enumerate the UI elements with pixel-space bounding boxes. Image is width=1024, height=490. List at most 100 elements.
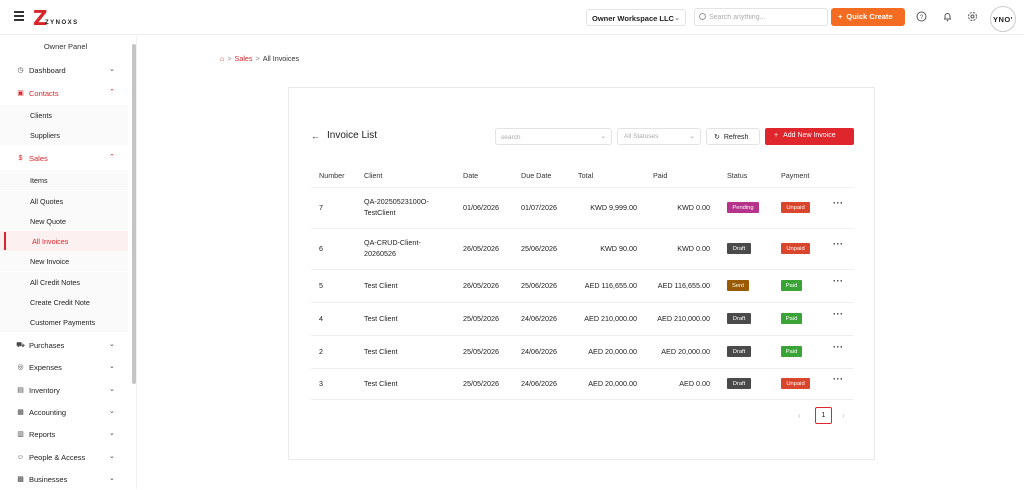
table-row[interactable]: 2 Test Client 25/05/2026 24/06/2026 AED … <box>311 336 854 369</box>
sidebar-subitem-items[interactable]: Items <box>0 170 128 190</box>
column-header-paid[interactable]: Paid <box>653 171 667 180</box>
sidebar-item-dashboard[interactable]: ◷ Dashboard ⌄ <box>0 60 128 81</box>
column-header-date[interactable]: Date <box>463 171 478 180</box>
help-icon[interactable]: ? <box>916 11 927 22</box>
chevron-down-icon: ⌄ <box>689 133 695 140</box>
invoice-date: 26/05/2026 <box>463 281 499 290</box>
sidebar-item-businesses[interactable]: ▩ Businesses ⌄ <box>0 469 128 490</box>
sidebar-item-reports[interactable]: ▥ Reports ⌄ <box>0 424 128 445</box>
search-icon <box>699 13 706 20</box>
sidebar-subitem-label: Suppliers <box>30 131 60 140</box>
invoice-client: Test Client <box>364 314 398 323</box>
sidebar-subitem-suppliers[interactable]: Suppliers <box>0 125 128 145</box>
table-header: Number Client Date Due Date Total Paid S… <box>311 161 854 188</box>
sidebar-subitem-all-credit-notes[interactable]: All Credit Notes <box>0 272 128 292</box>
sidebar-item-accounting[interactable]: ▦ Accounting ⌄ <box>0 402 128 423</box>
pagination-page-current[interactable]: 1 <box>815 407 832 424</box>
gear-icon[interactable] <box>967 11 978 22</box>
avatar[interactable]: YNO' <box>990 6 1016 32</box>
invoice-list-card: ← Invoice List ⌄ All Statuses ⌄ ↻Refresh… <box>288 87 875 460</box>
chevron-down-icon: ⌄ <box>109 475 115 482</box>
invoice-number: 6 <box>319 244 323 253</box>
table-row[interactable]: 3 Test Client 25/05/2026 24/06/2026 AED … <box>311 369 854 400</box>
column-header-client[interactable]: Client <box>364 171 382 180</box>
status-badge: Draft <box>727 346 751 357</box>
sidebar-scroll-thumb[interactable] <box>132 44 136 384</box>
invoice-date: 01/06/2026 <box>463 203 499 212</box>
sidebar-title: Owner Panel <box>43 42 88 51</box>
status-filter-value: All Statuses <box>624 133 659 140</box>
sidebar-subitem-clients[interactable]: Clients <box>0 105 128 125</box>
search-input[interactable] <box>709 12 819 23</box>
sidebar-subitem-new-invoice[interactable]: New Invoice <box>0 251 128 271</box>
logo[interactable]: Z ZYNOXS <box>33 8 93 28</box>
refresh-label: Refresh <box>723 134 749 141</box>
sidebar-item-purchases[interactable]: ⛟ Purchases ⌄ <box>0 335 128 356</box>
pagination-next-icon[interactable]: › <box>842 411 845 420</box>
sidebar-item-label: Expenses <box>29 363 62 372</box>
invoice-search-input[interactable] <box>501 132 596 142</box>
more-actions-icon[interactable]: ··· <box>833 342 844 352</box>
refresh-button[interactable]: ↻ Refresh <box>706 128 760 145</box>
more-actions-icon[interactable]: ··· <box>833 239 844 249</box>
table-row[interactable]: 6 QA-CRUD-Client- 20260526 26/05/2026 25… <box>311 229 854 270</box>
sidebar-item-people-access[interactable]: ☺ People & Access ⌄ <box>0 447 128 468</box>
workspace-selector[interactable]: Owner Workspace LLC ⌄ <box>586 9 686 26</box>
sidebar-item-label: Reports <box>29 430 56 439</box>
refresh-icon: ↻ <box>714 134 720 141</box>
more-actions-icon[interactable]: ··· <box>833 309 844 319</box>
chevron-down-icon: ⌄ <box>109 66 115 73</box>
sidebar-subitem-all-invoices[interactable]: All Invoices <box>0 231 128 251</box>
status-badge: Draft <box>727 313 751 324</box>
more-actions-icon[interactable]: ··· <box>833 198 844 208</box>
bell-icon[interactable] <box>942 11 953 22</box>
column-header-number[interactable]: Number <box>319 171 345 180</box>
invoice-paid: AED 0.00 <box>679 379 710 388</box>
column-header-due-date[interactable]: Due Date <box>521 171 551 180</box>
status-badge: Pending <box>727 202 759 213</box>
sidebar-item-contacts[interactable]: ▣ Contacts ⌃ <box>0 83 128 104</box>
column-header-total[interactable]: Total <box>578 171 593 180</box>
sidebar-item-inventory[interactable]: ▤ Inventory ⌄ <box>0 380 128 401</box>
sidebar-subitem-label: Create Credit Note <box>30 298 90 307</box>
inventory-icon: ▤ <box>17 387 24 394</box>
sidebar-subitem-all-quotes[interactable]: All Quotes <box>0 191 128 211</box>
chevron-down-icon: ⌄ <box>109 341 115 348</box>
invoice-date: 25/05/2026 <box>463 379 499 388</box>
sidebar-item-sales[interactable]: $ Sales ⌃ <box>0 148 128 169</box>
sidebar-item-label: Inventory <box>29 386 60 395</box>
breadcrumb-sales[interactable]: Sales <box>235 54 253 63</box>
quick-create-button[interactable]: + Quick Create <box>831 8 905 26</box>
column-header-status[interactable]: Status <box>727 171 747 180</box>
chevron-down-icon: ⌄ <box>109 430 115 437</box>
sidebar-subitem-create-credit-note[interactable]: Create Credit Note <box>0 292 128 312</box>
breadcrumb: ⌂ > Sales > All Invoices <box>220 54 299 63</box>
invoice-paid: AED 116,655.00 <box>657 281 710 290</box>
table-row[interactable]: 5 Test Client 26/05/2026 25/06/2026 AED … <box>311 270 854 303</box>
global-search[interactable] <box>694 8 828 26</box>
chevron-down-icon: ⌄ <box>109 453 115 460</box>
table-row[interactable]: 7 QA-20250523100O- TestClient 01/06/2026… <box>311 188 854 229</box>
invoice-number: 3 <box>319 379 323 388</box>
chevron-down-icon: ⌄ <box>109 408 115 415</box>
sidebar-subitem-label: Items <box>30 176 48 185</box>
more-actions-icon[interactable]: ··· <box>833 276 844 286</box>
home-icon[interactable]: ⌂ <box>220 54 224 63</box>
status-badge: Sent <box>727 280 749 291</box>
sidebar-subitem-new-quote[interactable]: New Quote <box>0 211 128 231</box>
sidebar-subitem-customer-payments[interactable]: Customer Payments <box>0 312 128 332</box>
back-arrow-icon[interactable]: ← <box>311 131 320 141</box>
menu-icon[interactable] <box>14 11 24 21</box>
quick-create-label: Quick Create <box>846 12 893 21</box>
invoice-total: AED 210,000.00 <box>584 314 637 323</box>
people-icon: ☺ <box>16 454 25 461</box>
invoice-search[interactable]: ⌄ <box>495 128 612 145</box>
invoice-number: 5 <box>319 281 323 290</box>
pagination-prev-icon[interactable]: ‹ <box>798 411 801 420</box>
column-header-payment[interactable]: Payment <box>781 171 809 180</box>
status-filter[interactable]: All Statuses ⌄ <box>617 128 701 145</box>
add-new-invoice-button[interactable]: + Add New Invoice <box>765 128 854 145</box>
more-actions-icon[interactable]: ··· <box>833 374 844 384</box>
table-row[interactable]: 4 Test Client 25/05/2026 24/06/2026 AED … <box>311 303 854 336</box>
sidebar-item-expenses[interactable]: ◎ Expenses ⌄ <box>0 357 128 378</box>
